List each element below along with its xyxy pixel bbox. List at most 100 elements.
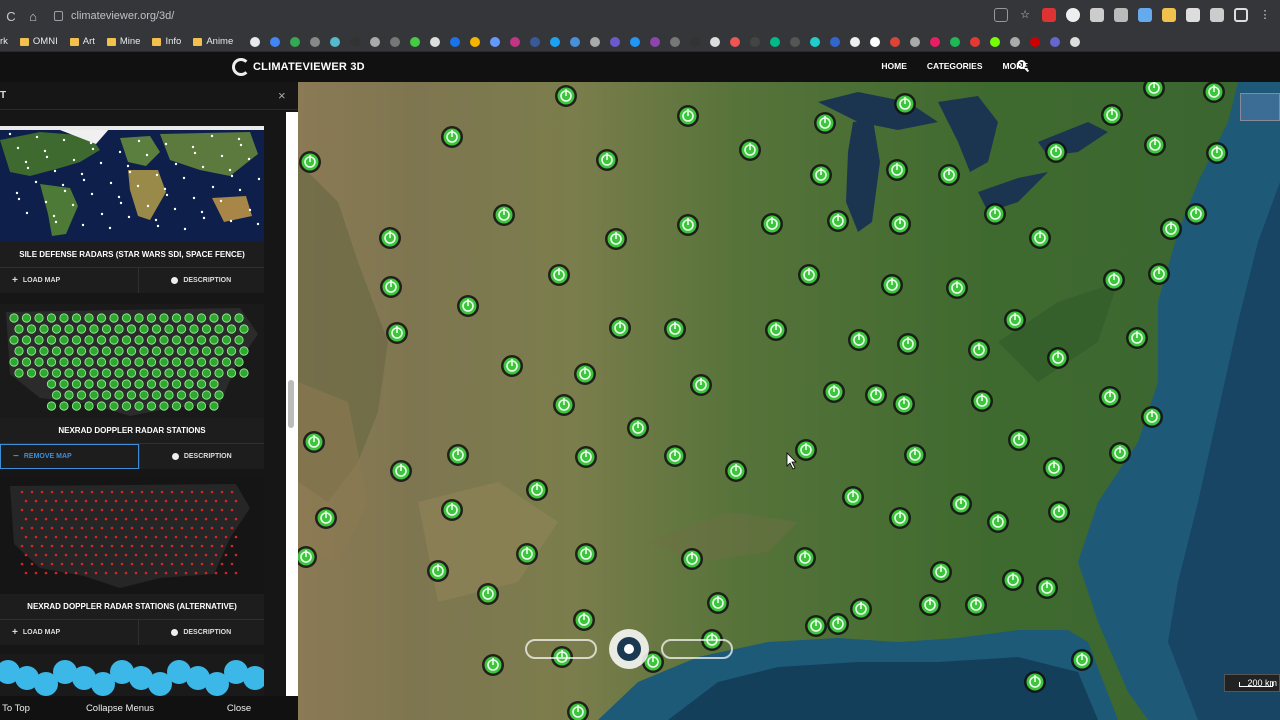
favicon-icon[interactable] [350, 36, 361, 47]
favicon-icon[interactable] [490, 36, 501, 47]
radar-station-marker[interactable] [971, 390, 993, 412]
bookmark-folder[interactable]: Info [152, 36, 181, 47]
radar-station-marker[interactable] [664, 318, 686, 340]
radar-station-marker[interactable] [1203, 82, 1225, 103]
radar-station-marker[interactable] [1071, 649, 1093, 671]
favicon-icon[interactable] [1030, 36, 1041, 47]
radar-station-marker[interactable] [1206, 142, 1228, 164]
radar-station-marker[interactable] [823, 381, 845, 403]
radar-station-marker[interactable] [893, 393, 915, 415]
favicon-icon[interactable] [270, 36, 281, 47]
radar-station-marker[interactable] [1048, 501, 1070, 523]
radar-station-marker[interactable] [516, 543, 538, 565]
favicon-icon[interactable] [550, 36, 561, 47]
radar-station-marker[interactable] [850, 598, 872, 620]
radar-station-marker[interactable] [1002, 569, 1024, 591]
radar-station-marker[interactable] [664, 445, 686, 467]
radar-station-marker[interactable] [690, 374, 712, 396]
radar-station-marker[interactable] [765, 319, 787, 341]
favicon-icon[interactable] [370, 36, 381, 47]
favicon-icon[interactable] [610, 36, 621, 47]
extension-icon[interactable] [1138, 8, 1152, 22]
card-thumbnail[interactable] [0, 126, 264, 242]
radar-station-marker[interactable] [1045, 141, 1067, 163]
favicon-icon[interactable] [910, 36, 921, 47]
radar-station-marker[interactable] [1103, 269, 1125, 291]
extension-icon[interactable] [1114, 8, 1128, 22]
to-top-button[interactable]: To Top [0, 703, 32, 714]
puzzle-icon[interactable] [1186, 8, 1200, 22]
radar-station-marker[interactable] [894, 93, 916, 115]
favicon-icon[interactable] [850, 36, 861, 47]
radar-station-marker[interactable] [810, 164, 832, 186]
card-thumbnail[interactable] [0, 654, 264, 696]
card-thumbnail[interactable] [0, 478, 264, 594]
radar-station-marker[interactable] [889, 507, 911, 529]
reload-icon[interactable]: C [0, 9, 22, 24]
radar-station-marker[interactable] [827, 613, 849, 635]
favicon-icon[interactable] [330, 36, 341, 47]
remove-map-button[interactable]: − REMOVE MAP [0, 444, 139, 469]
description-button[interactable]: DESCRIPTION [138, 444, 265, 469]
favicon-icon[interactable] [510, 36, 521, 47]
radar-station-marker[interactable] [968, 339, 990, 361]
home-icon[interactable]: ⌂ [22, 9, 44, 24]
radar-station-marker[interactable] [881, 274, 903, 296]
radar-station-marker[interactable] [814, 112, 836, 134]
radar-station-marker[interactable] [575, 446, 597, 468]
radar-station-marker[interactable] [904, 444, 926, 466]
favicon-icon[interactable] [390, 36, 401, 47]
radar-station-marker[interactable] [677, 105, 699, 127]
url-field[interactable]: climateviewer.org/3d/ [54, 10, 174, 22]
favicon-icon[interactable] [750, 36, 761, 47]
favicon-icon[interactable] [730, 36, 741, 47]
extension-icon[interactable] [1042, 8, 1056, 22]
site-logo[interactable]: CLIMATEVIEWER 3D [232, 58, 365, 76]
favicon-icon[interactable] [710, 36, 721, 47]
favicon-icon[interactable] [470, 36, 481, 47]
radar-station-marker[interactable] [627, 417, 649, 439]
radar-station-marker[interactable] [848, 329, 870, 351]
radar-station-marker[interactable] [1109, 442, 1131, 464]
load-map-button[interactable]: + LOAD MAP [0, 620, 138, 645]
favicon-icon[interactable] [1050, 36, 1061, 47]
favicon-icon[interactable] [670, 36, 681, 47]
radar-station-marker[interactable] [457, 295, 479, 317]
favicon-icon[interactable] [990, 36, 1001, 47]
radar-station-marker[interactable] [574, 363, 596, 385]
bookmark-folder[interactable]: Art [69, 36, 95, 47]
radar-station-marker[interactable] [930, 561, 952, 583]
radar-station-marker[interactable] [987, 511, 1009, 533]
favicon-icon[interactable] [790, 36, 801, 47]
radar-station-marker[interactable] [501, 355, 523, 377]
radar-station-marker[interactable] [1101, 104, 1123, 126]
bookmark-folder[interactable]: OMNI [19, 36, 58, 47]
favicon-icon[interactable] [430, 36, 441, 47]
favicon-icon[interactable] [250, 36, 261, 47]
favicon-icon[interactable] [930, 36, 941, 47]
nav-categories[interactable]: CATEGORIES [927, 61, 983, 71]
radar-station-marker[interactable] [1047, 347, 1069, 369]
radar-station-marker[interactable] [1144, 134, 1166, 156]
radar-station-marker[interactable] [605, 228, 627, 250]
radar-station-marker[interactable] [827, 210, 849, 232]
radar-station-marker[interactable] [1099, 386, 1121, 408]
favicon-icon[interactable] [650, 36, 661, 47]
radar-station-marker[interactable] [482, 654, 504, 676]
radar-station-marker[interactable] [447, 444, 469, 466]
radar-station-marker[interactable] [1141, 406, 1163, 428]
reading-list-icon[interactable] [1210, 8, 1224, 22]
close-icon[interactable]: × [278, 88, 286, 103]
favicon-icon[interactable] [890, 36, 901, 47]
radar-station-marker[interactable] [427, 560, 449, 582]
favicon-icon[interactable] [450, 36, 461, 47]
radar-station-marker[interactable] [984, 203, 1006, 225]
favicon-icon[interactable] [870, 36, 881, 47]
radar-station-marker[interactable] [548, 264, 570, 286]
favicon-icon[interactable] [1010, 36, 1021, 47]
radar-station-marker[interactable] [493, 204, 515, 226]
favicon-icon[interactable] [970, 36, 981, 47]
radar-station-marker[interactable] [1148, 263, 1170, 285]
description-button[interactable]: DESCRIPTION [137, 620, 265, 645]
radar-station-marker[interactable] [1024, 671, 1046, 693]
